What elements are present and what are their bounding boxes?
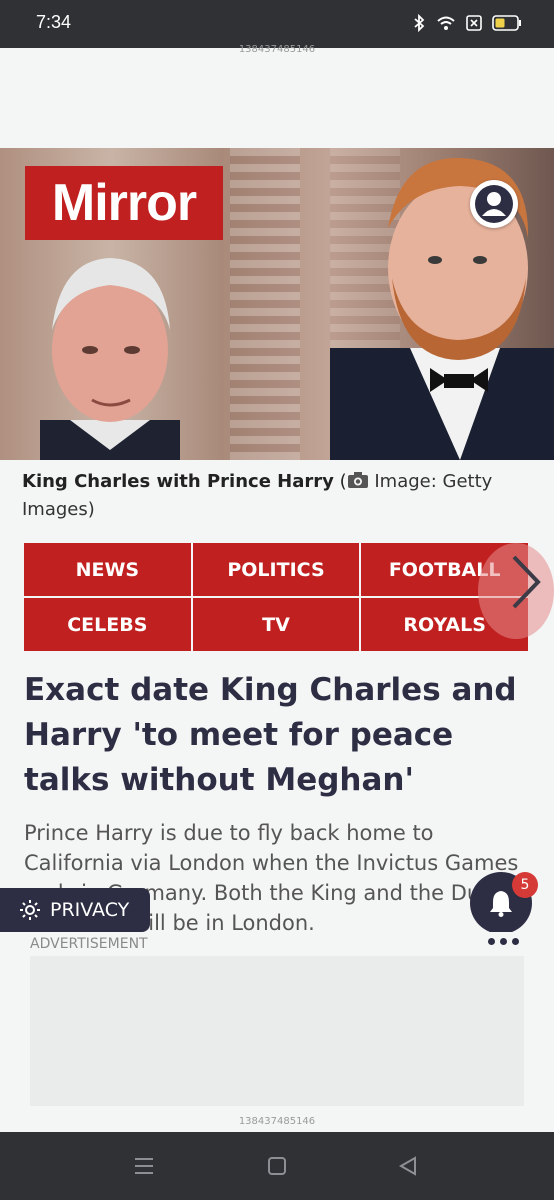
nav-news[interactable]: NEWS bbox=[24, 543, 191, 596]
nav-celebs[interactable]: CELEBS bbox=[24, 598, 191, 651]
article-headline[interactable]: Exact date King Charles and Harry 'to me… bbox=[24, 668, 524, 803]
mirror-logo[interactable]: Mirror bbox=[25, 166, 223, 240]
sim-off-icon bbox=[466, 15, 482, 31]
section-nav: NEWS POLITICS FOOTBALL CELEBS TV ROYALS bbox=[24, 543, 528, 651]
caption-open-paren: ( bbox=[339, 471, 347, 492]
image-caption: King Charles with Prince Harry ( Image: … bbox=[22, 468, 522, 524]
battery-icon bbox=[492, 15, 521, 31]
notification-count-badge: 5 bbox=[512, 872, 538, 898]
back-icon[interactable] bbox=[398, 1156, 418, 1176]
privacy-button[interactable]: PRIVACY bbox=[0, 888, 150, 932]
bluetooth-icon bbox=[414, 14, 425, 32]
chevron-right-icon bbox=[512, 555, 541, 609]
menu-icon[interactable] bbox=[134, 1156, 154, 1176]
ad-id-bottom: 138437485146 bbox=[238, 1116, 316, 1127]
user-icon bbox=[475, 185, 513, 223]
camera-icon bbox=[347, 472, 368, 488]
hero-background-pillar bbox=[230, 148, 300, 460]
ad-slot[interactable] bbox=[30, 956, 524, 1106]
ad-id-top: 138437485146 bbox=[238, 44, 316, 55]
hero-person-left bbox=[30, 250, 190, 460]
nav-tv[interactable]: TV bbox=[192, 598, 360, 651]
hero-person-right bbox=[330, 148, 554, 460]
wifi-icon bbox=[437, 16, 455, 30]
more-options-icon[interactable] bbox=[488, 938, 519, 945]
status-icons bbox=[412, 14, 522, 32]
nav-politics[interactable]: POLITICS bbox=[192, 543, 360, 596]
bell-icon bbox=[490, 891, 512, 917]
account-button[interactable] bbox=[470, 180, 518, 228]
ad-label: ADVERTISEMENT bbox=[30, 936, 148, 952]
status-bar: 7:34 bbox=[0, 0, 554, 48]
system-nav-bar bbox=[0, 1132, 554, 1200]
gear-icon bbox=[20, 900, 40, 920]
top-ad-space bbox=[0, 58, 554, 148]
home-icon[interactable] bbox=[267, 1156, 287, 1176]
privacy-label: PRIVACY bbox=[50, 899, 130, 921]
caption-subject: King Charles with Prince Harry bbox=[22, 471, 334, 492]
nav-next-button[interactable] bbox=[478, 543, 554, 639]
clock: 7:34 bbox=[36, 12, 72, 32]
